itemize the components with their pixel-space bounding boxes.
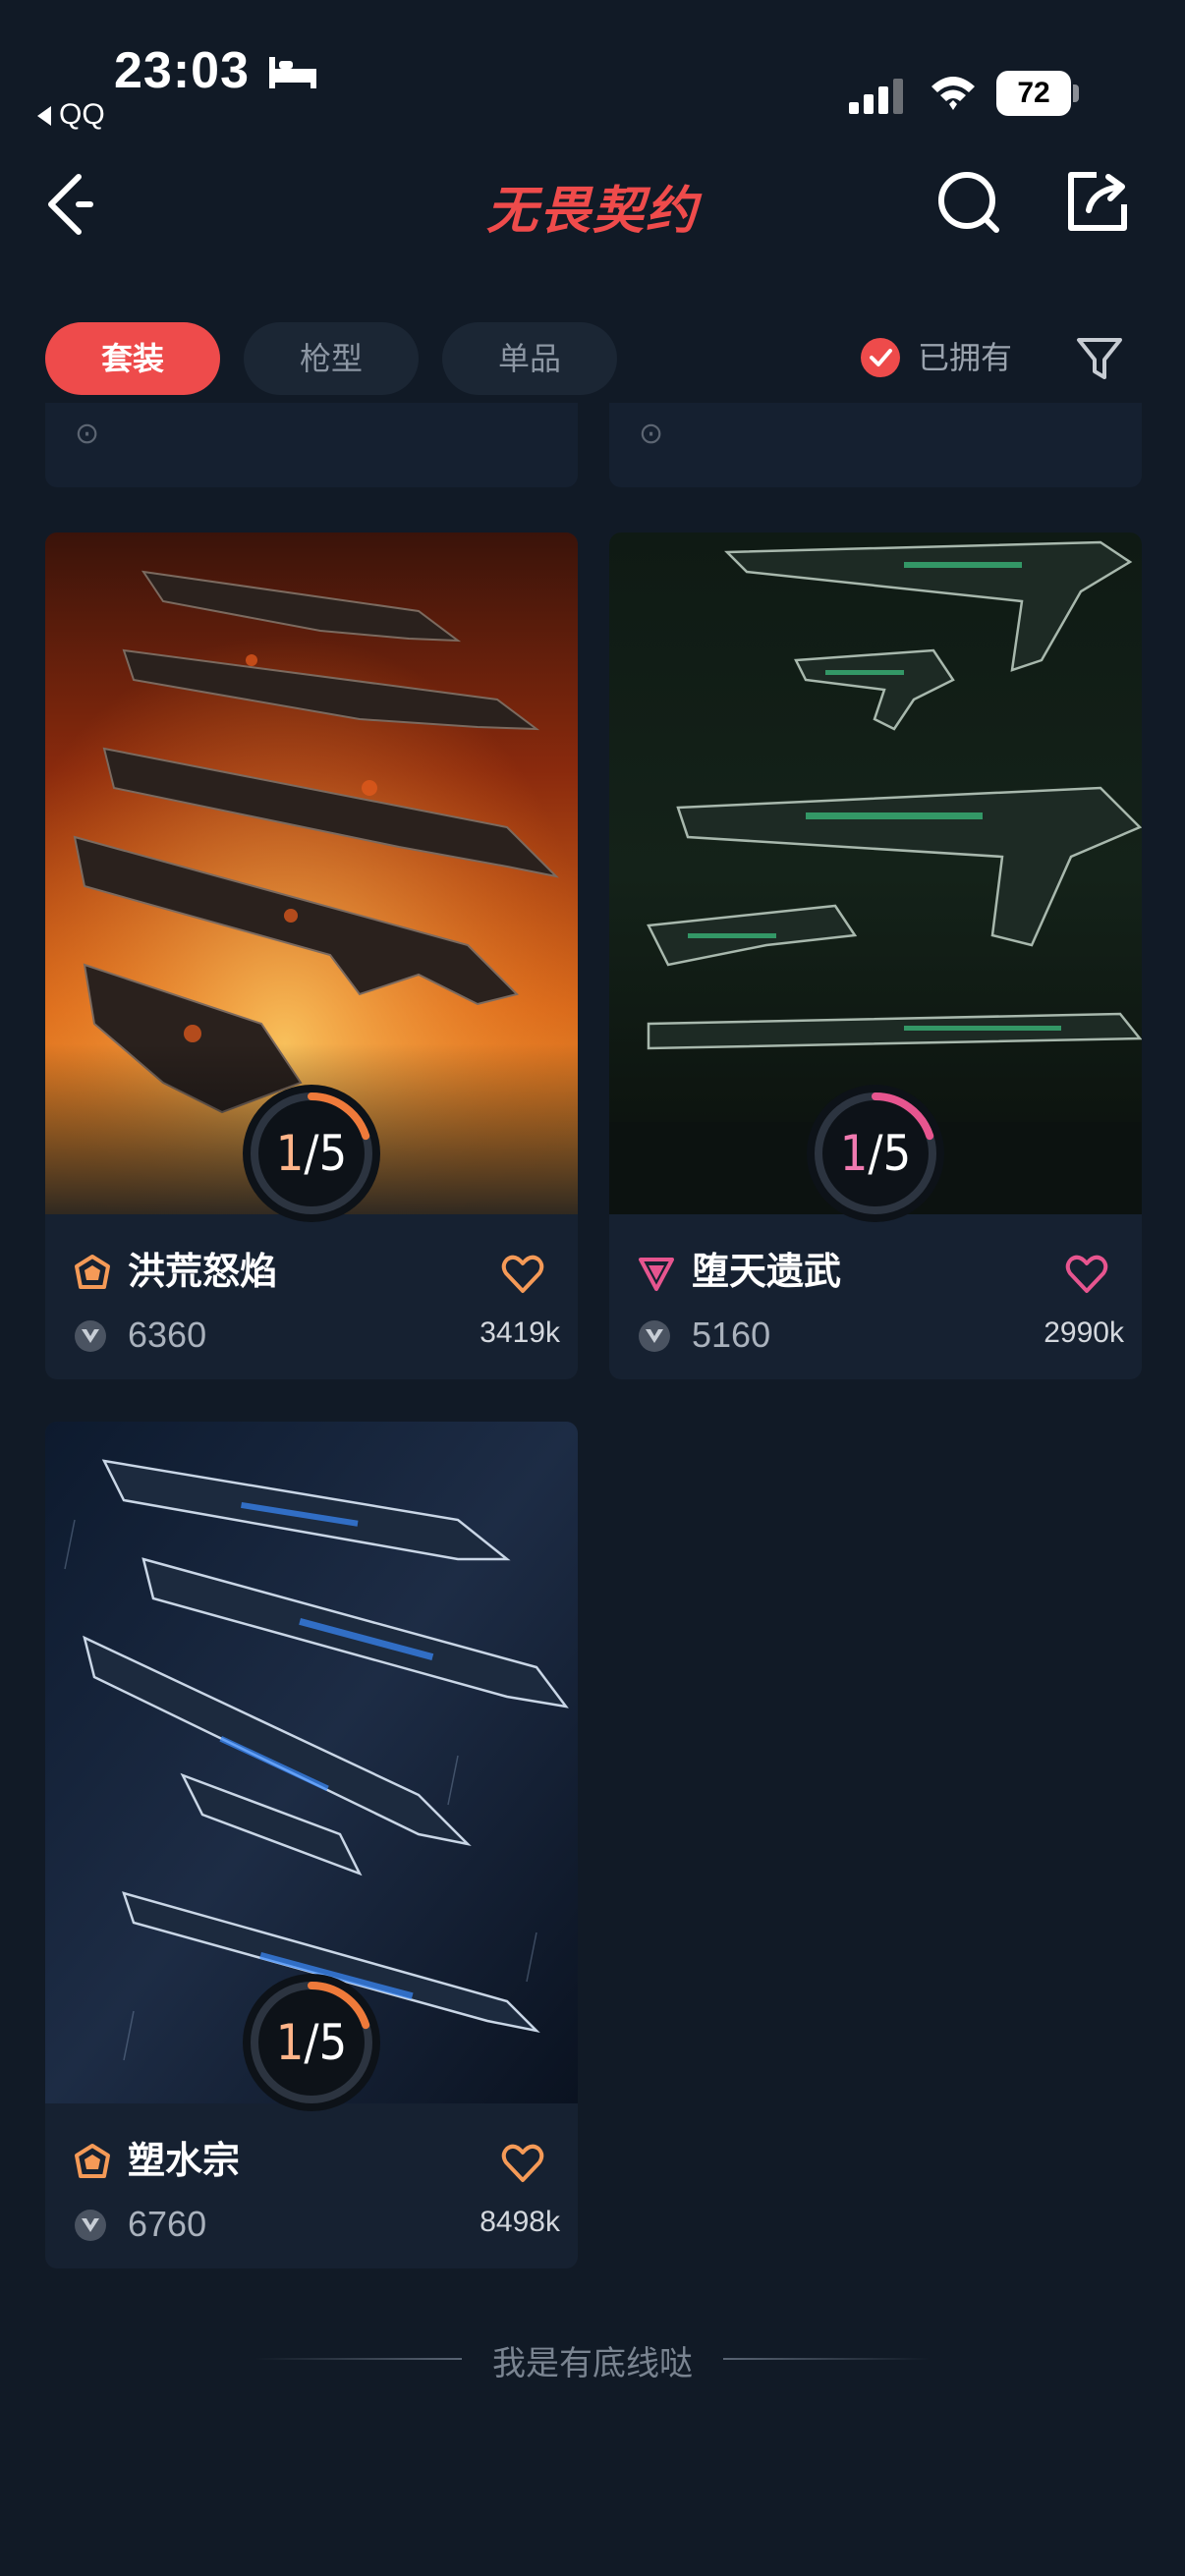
sleep-mode-icon [269, 57, 316, 88]
tab-suits[interactable]: 套装 [45, 322, 220, 395]
filter-bar: 套装 枪型 单品 已拥有 [0, 312, 1185, 403]
divider-line [723, 2358, 930, 2360]
stub-partial-content: ⊙ [75, 418, 100, 450]
popularity-count: 2990k [1044, 1316, 1124, 1349]
owned-count: 1 [839, 1125, 869, 1182]
battery-nub [1073, 84, 1079, 102]
favorite-heart-icon[interactable] [501, 2143, 544, 2184]
owned-label: 已拥有 [918, 340, 1013, 375]
status-time: 23:03 [114, 42, 250, 99]
wifi-icon [931, 77, 975, 110]
tab-single-items[interactable]: 单品 [442, 322, 617, 395]
owned-count: 1 [275, 1125, 305, 1182]
collection-progress-ring: 1/5 [241, 1972, 382, 2113]
collection-progress-ring: 1/5 [241, 1083, 382, 1224]
app-header: 无畏契约 [0, 147, 1185, 255]
share-button[interactable] [1063, 167, 1132, 236]
owned-count: 1 [275, 2014, 305, 2071]
total-count: 5 [318, 1125, 348, 1182]
battery-level: 72 [996, 71, 1071, 116]
tab-weapon-types[interactable]: 枪型 [244, 322, 419, 395]
rank-tier-icon [75, 1255, 110, 1289]
suit-price: 5160 [692, 1315, 771, 1355]
stub-partial-content: ⊙ [639, 418, 664, 450]
suit-card[interactable]: 1/5 堕天遗武 5160 2990k [609, 532, 1142, 1379]
favorite-heart-icon[interactable] [501, 1254, 544, 1295]
status-bar: 23:03 QQ 72 [0, 0, 1185, 147]
vp-currency-icon [75, 1320, 106, 1352]
suit-name: 堕天遗武 [692, 1252, 842, 1293]
suit-name: 洪荒怒焰 [128, 1252, 278, 1293]
end-of-list-text: 我是有底线哒 [492, 2345, 693, 2382]
filter-funnel-icon[interactable] [1075, 334, 1124, 383]
favorite-heart-icon[interactable] [1065, 1254, 1108, 1295]
back-app-label: QQ [59, 98, 105, 131]
rank-tier-icon [639, 1258, 674, 1291]
card-stub-right[interactable]: ⊙ [609, 403, 1142, 487]
vp-currency-icon [75, 2210, 106, 2241]
checkbox-checked-icon [861, 337, 900, 377]
collection-progress-ring: 1/5 [805, 1083, 946, 1224]
total-count: 5 [318, 2014, 348, 2071]
back-to-app-link[interactable]: QQ [37, 98, 105, 132]
app-logo-title: 无畏契约 [485, 183, 699, 240]
battery-indicator: 72 [996, 71, 1079, 116]
suit-price: 6360 [128, 1315, 207, 1355]
list-end-footer: 我是有底线哒 [0, 2328, 1185, 2387]
suit-name: 塑水宗 [128, 2141, 241, 2182]
suit-price: 6760 [128, 2204, 207, 2244]
card-stub-left[interactable]: ⊙ [45, 403, 578, 487]
rank-tier-icon [75, 2144, 110, 2178]
total-count: 5 [882, 1125, 912, 1182]
popularity-count: 3419k [480, 1316, 560, 1349]
owned-toggle[interactable]: 已拥有 [861, 328, 1012, 387]
suit-card[interactable]: 1/5 塑水宗 6760 8498k [45, 1422, 578, 2268]
popularity-count: 8498k [480, 2206, 560, 2238]
back-arrow-icon [37, 106, 51, 127]
suit-card[interactable]: 1/5 洪荒怒焰 6360 3419k [45, 532, 578, 1379]
search-button[interactable] [933, 167, 1002, 236]
vp-currency-icon [639, 1320, 670, 1352]
cellular-signal-icon [849, 79, 903, 114]
